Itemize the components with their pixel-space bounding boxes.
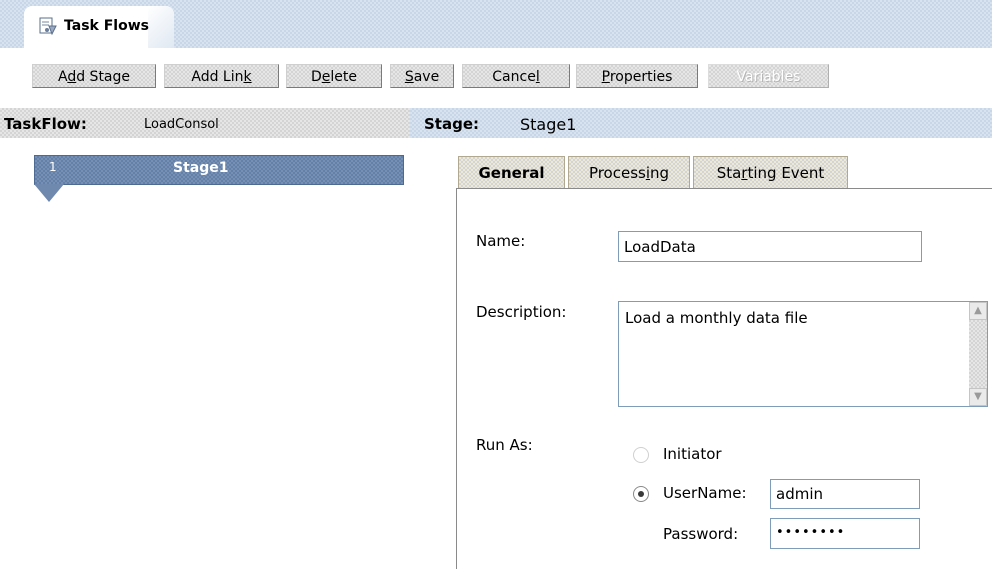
title-bar: Task Flows: [0, 0, 992, 48]
app-title: Task Flows: [64, 18, 149, 34]
description-scrollbar[interactable]: ▲ ▼: [969, 302, 987, 406]
toolbar-button-3[interactable]: Save: [390, 64, 454, 88]
taskflow-header: TaskFlow: LoadConsol: [0, 108, 410, 138]
scroll-up-icon[interactable]: ▲: [969, 302, 987, 320]
tab-shade: [148, 6, 174, 48]
tab-0[interactable]: General: [458, 156, 565, 189]
tab-2[interactable]: Starting Event: [693, 156, 848, 188]
stage-number: 1: [49, 160, 57, 174]
toolbar-button-1[interactable]: Add Link: [164, 64, 279, 88]
name-input[interactable]: [618, 231, 922, 262]
taskflow-document-icon: [39, 17, 57, 36]
stage-header: Stage: Stage1: [410, 108, 992, 138]
task-flows-tab[interactable]: Task Flows: [24, 6, 174, 48]
username-input[interactable]: [770, 479, 920, 509]
toolbar-button-5[interactable]: Properties: [576, 64, 698, 88]
description-label: Description:: [476, 303, 567, 321]
toolbar-button-6[interactable]: Variables: [708, 64, 829, 88]
stage-label: Stage:: [424, 115, 480, 133]
name-label: Name:: [476, 232, 526, 250]
username-radio[interactable]: [633, 486, 649, 502]
initiator-label: Initiator: [663, 445, 722, 463]
stage-node-name: Stage1: [173, 160, 229, 176]
description-text: Load a monthly data file: [625, 309, 808, 327]
run-as-label: Run As:: [476, 436, 533, 454]
stage-pointer-icon: [34, 184, 64, 202]
tab-1[interactable]: Processing: [568, 156, 690, 188]
password-input[interactable]: ••••••••: [770, 518, 920, 549]
taskflow-name: LoadConsol: [144, 117, 219, 132]
stage-bar[interactable]: 1 Stage1: [34, 155, 404, 185]
toolbar-button-4[interactable]: Cancel: [462, 64, 570, 88]
taskflow-label: TaskFlow:: [4, 115, 87, 133]
scroll-down-icon[interactable]: ▼: [969, 388, 987, 406]
stage-name-header: Stage1: [520, 115, 577, 134]
radio-selected-dot: [638, 491, 644, 497]
password-label: Password:: [663, 525, 739, 543]
toolbar-button-2[interactable]: Delete: [286, 64, 382, 88]
stage-node[interactable]: 1 Stage1: [34, 155, 404, 205]
description-textarea[interactable]: Load a monthly data file ▲ ▼: [618, 301, 988, 407]
username-label: UserName:: [663, 484, 747, 502]
initiator-radio[interactable]: [633, 447, 649, 463]
toolbar-button-0[interactable]: Add Stage: [32, 64, 156, 88]
